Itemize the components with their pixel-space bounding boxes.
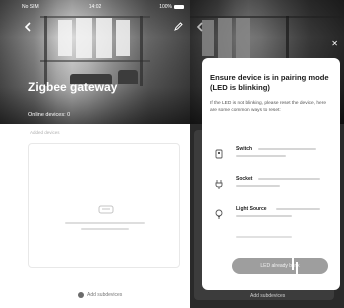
- pairing-modal: Ensure device is in pairing mode (LED is…: [202, 58, 340, 290]
- gateway-hero-photo: [0, 0, 190, 124]
- back-icon[interactable]: [24, 22, 32, 35]
- cloud-icon: [97, 202, 115, 214]
- battery-icon: [174, 5, 184, 9]
- add-subdevices-link[interactable]: Add subdevices: [78, 292, 122, 298]
- add-circle-icon: [78, 292, 84, 298]
- close-icon[interactable]: ✕: [331, 40, 338, 48]
- device-hint-line: [236, 215, 292, 217]
- device-name: Switch: [236, 146, 253, 152]
- status-right: 100%: [159, 4, 184, 10]
- add-subdevices-link: Add subdevices: [250, 293, 286, 299]
- empty-text-line: [81, 228, 129, 230]
- bulb-icon: [214, 209, 224, 219]
- device-hint-line: [236, 155, 286, 157]
- status-bar: No SIM 14:02 100%: [0, 0, 190, 14]
- device-name: Light Source: [236, 206, 267, 212]
- modal-title: Ensure device is in pairing mode (LED is…: [210, 73, 329, 92]
- empty-device-list: [28, 143, 180, 268]
- more-help-line: [236, 236, 292, 238]
- device-hint-line: [258, 148, 316, 150]
- reset-guide-light[interactable]: Light Source: [210, 202, 334, 228]
- reset-guide-socket[interactable]: Socket: [210, 172, 334, 198]
- back-icon: [196, 22, 204, 35]
- empty-text-line: [65, 222, 145, 224]
- plug-icon: [214, 179, 224, 189]
- device-name: Socket: [236, 176, 253, 182]
- device-hint-line: [236, 185, 280, 187]
- tap-hand-outline: [278, 262, 298, 290]
- device-hint-line: [276, 208, 320, 210]
- gateway-screen: No SIM 14:02 100% Zigbee gateway Online …: [0, 0, 190, 308]
- gateway-title: Zigbee gateway: [28, 80, 118, 94]
- battery-percent: 100%: [159, 4, 172, 10]
- section-label: Added devices: [30, 130, 60, 135]
- modal-description: If the LED is not blinking, please reset…: [210, 101, 326, 114]
- switch-icon: [214, 149, 224, 159]
- add-subdevices-label: Add subdevices: [87, 292, 123, 298]
- reset-guide-switch[interactable]: Switch: [210, 142, 334, 168]
- online-devices-count: Online devices: 0: [28, 112, 71, 118]
- pairing-screen: ✕ Ensure device is in pairing mode (LED …: [190, 0, 344, 308]
- device-hint-line: [258, 178, 320, 180]
- screenshot-stage: No SIM 14:02 100% Zigbee gateway Online …: [0, 0, 344, 308]
- carrier-label: No SIM: [22, 4, 39, 10]
- clock: 14:02: [88, 4, 102, 10]
- edit-icon[interactable]: [174, 22, 183, 34]
